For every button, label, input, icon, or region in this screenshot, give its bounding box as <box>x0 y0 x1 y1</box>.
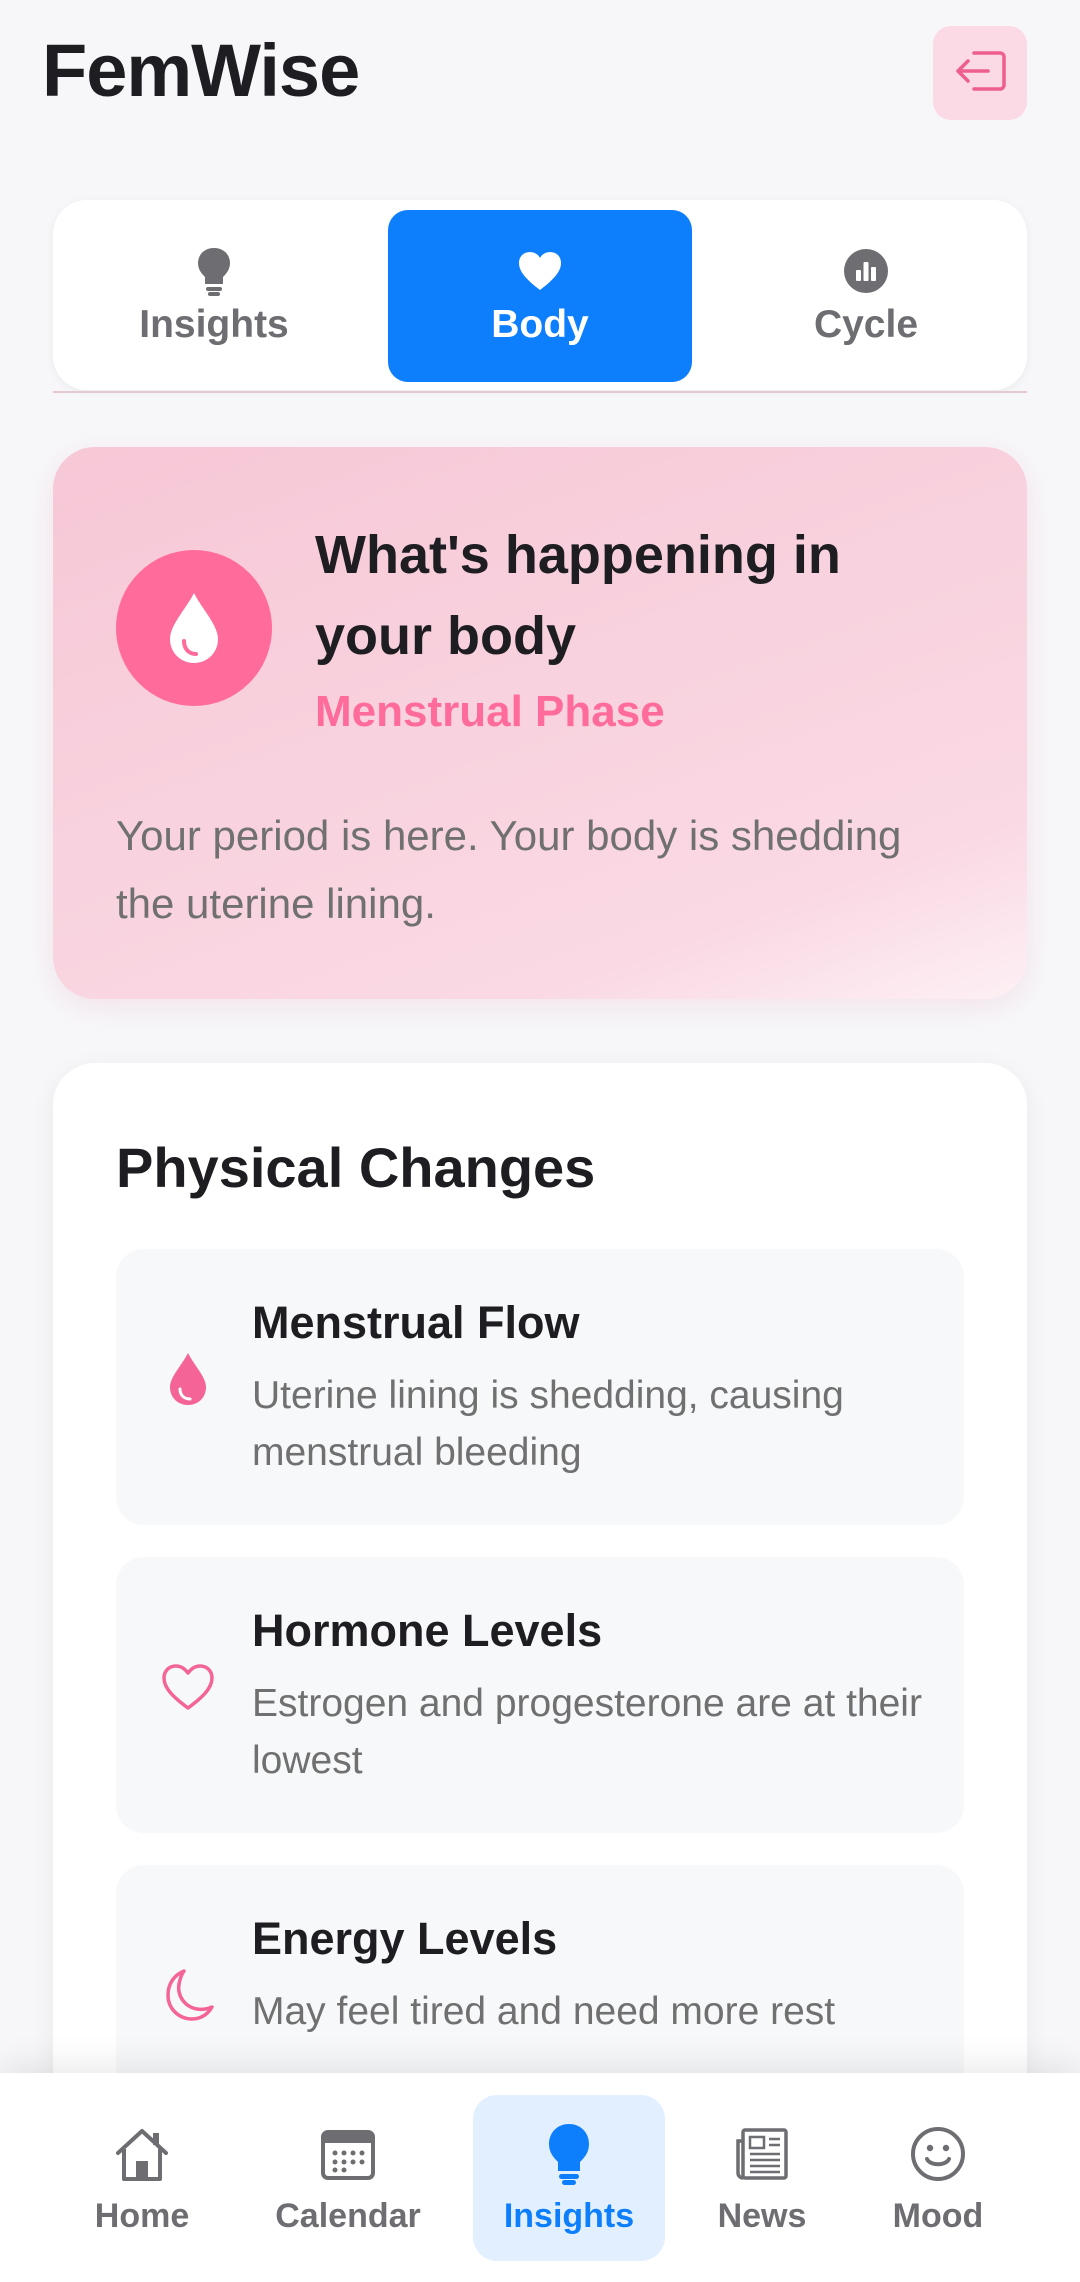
moon-icon <box>158 1965 218 2025</box>
section-title: Physical Changes <box>116 1136 596 1199</box>
tab-divider <box>53 391 1027 393</box>
nav-calendar[interactable]: Calendar <box>250 2095 446 2261</box>
segment-tab-bar: Insights Body Cycle <box>53 200 1027 390</box>
tab-cycle[interactable]: Cycle <box>714 210 1018 382</box>
phase-label: Menstrual Phase <box>315 687 665 736</box>
nav-news[interactable]: News <box>692 2095 832 2261</box>
heart-outline-icon <box>158 1657 218 1717</box>
lightbulb-icon <box>547 2121 591 2187</box>
calendar-icon <box>320 2121 376 2187</box>
newspaper-icon <box>735 2121 789 2187</box>
smiley-icon <box>909 2121 967 2187</box>
home-icon <box>112 2121 172 2187</box>
nav-label: Calendar <box>275 2196 421 2235</box>
tab-label: Cycle <box>813 303 919 346</box>
chart-circle-icon <box>843 245 889 297</box>
bottom-navigation: Home Calendar Insights News Mood <box>0 2073 1080 2282</box>
app-title: FemWise <box>42 29 360 112</box>
tab-insights[interactable]: Insights <box>62 210 366 382</box>
heart-icon <box>517 245 563 297</box>
list-item: Hormone Levels Estrogen and progesterone… <box>116 1557 964 1833</box>
change-name: Energy Levels <box>252 1913 558 1964</box>
change-name: Hormone Levels <box>252 1605 603 1656</box>
nav-label: News <box>717 2196 807 2235</box>
drop-icon <box>158 1349 218 1409</box>
change-description: Uterine lining is shedding, causing mens… <box>252 1374 844 1474</box>
tab-label: Insights <box>139 303 289 346</box>
logout-button[interactable] <box>933 26 1027 120</box>
nav-home[interactable]: Home <box>62 2095 222 2261</box>
nav-insights[interactable]: Insights <box>473 2095 665 2261</box>
change-name: Menstrual Flow <box>252 1297 580 1348</box>
logout-icon <box>954 49 1006 98</box>
lightbulb-icon <box>196 245 232 297</box>
tab-body[interactable]: Body <box>388 210 692 382</box>
list-item: Menstrual Flow Uterine lining is sheddin… <box>116 1249 964 1525</box>
nav-mood[interactable]: Mood <box>868 2095 1008 2261</box>
tab-label: Body <box>491 303 589 346</box>
nav-label: Insights <box>503 2196 635 2235</box>
drop-icon <box>116 550 272 706</box>
phase-description: Your period is here. Your body is sheddi… <box>116 812 902 927</box>
nav-label: Home <box>94 2196 190 2235</box>
nav-label: Mood <box>892 2196 984 2235</box>
hero-title: What's happening in your body <box>315 525 841 666</box>
change-description: Estrogen and progesterone are at their l… <box>252 1682 922 1782</box>
change-description: May feel tired and need more rest <box>252 1990 836 2033</box>
body-phase-card: What's happening in your body Menstrual … <box>53 447 1027 999</box>
